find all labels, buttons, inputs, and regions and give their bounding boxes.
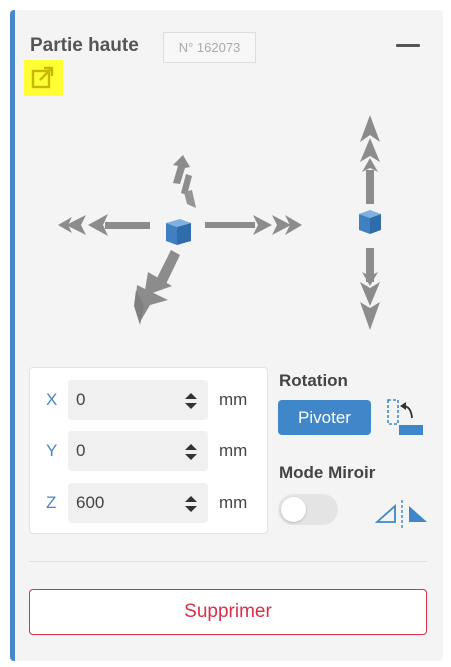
move-gizmo-horizontal: [58, 155, 302, 325]
part-panel: Partie haute N° 162073 X 0 mm Y 0 mm Z 6…: [10, 10, 443, 661]
move-arrow-right[interactable]: [205, 215, 302, 235]
move-arrow-left[interactable]: [58, 214, 150, 236]
x-unit: mm: [219, 390, 248, 409]
panel-title: Partie haute: [30, 35, 139, 56]
coord-label-y: Y: [46, 441, 58, 460]
delete-button[interactable]: Supprimer: [29, 589, 427, 635]
x-spinner-icon[interactable]: [184, 391, 198, 411]
coord-label-x: X: [46, 390, 58, 409]
minus-icon: [396, 44, 420, 47]
pivot-button[interactable]: Pivoter: [278, 400, 371, 435]
move-arrow-vertical-down[interactable]: [360, 248, 380, 330]
gizmo-cube-vertical[interactable]: [359, 210, 381, 234]
y-unit: mm: [219, 441, 248, 460]
toggle-knob: [281, 497, 306, 522]
coord-row-x: X 0 mm: [30, 380, 269, 420]
collapse-button[interactable]: [395, 32, 421, 58]
gizmo-cube[interactable]: [166, 219, 191, 245]
move-arrow-vertical-up[interactable]: [360, 115, 380, 204]
rotate-icon[interactable]: [385, 398, 425, 438]
panel-accent-bar: [10, 10, 15, 661]
external-link-icon: [31, 66, 54, 89]
open-external-button[interactable]: [24, 60, 63, 96]
move-arrow-down[interactable]: [134, 250, 180, 325]
z-spinner-icon[interactable]: [184, 494, 198, 514]
mirror-heading: Mode Miroir: [279, 463, 376, 482]
coord-row-z: Z 600 mm: [30, 483, 269, 523]
coord-row-y: Y 0 mm: [30, 431, 269, 471]
rotation-heading: Rotation: [279, 371, 348, 390]
z-unit: mm: [219, 493, 248, 512]
move-gizmo-vertical: [359, 115, 381, 330]
move-arrow-up[interactable]: [173, 155, 196, 208]
mirror-toggle[interactable]: [278, 494, 338, 525]
reference-number: N° 162073: [163, 32, 256, 63]
coord-label-z: Z: [46, 493, 57, 512]
divider: [29, 561, 427, 562]
y-spinner-icon[interactable]: [184, 442, 198, 462]
coordinates-panel: X 0 mm Y 0 mm Z 600 mm: [29, 367, 268, 534]
mirror-flip-icon[interactable]: [375, 498, 429, 530]
